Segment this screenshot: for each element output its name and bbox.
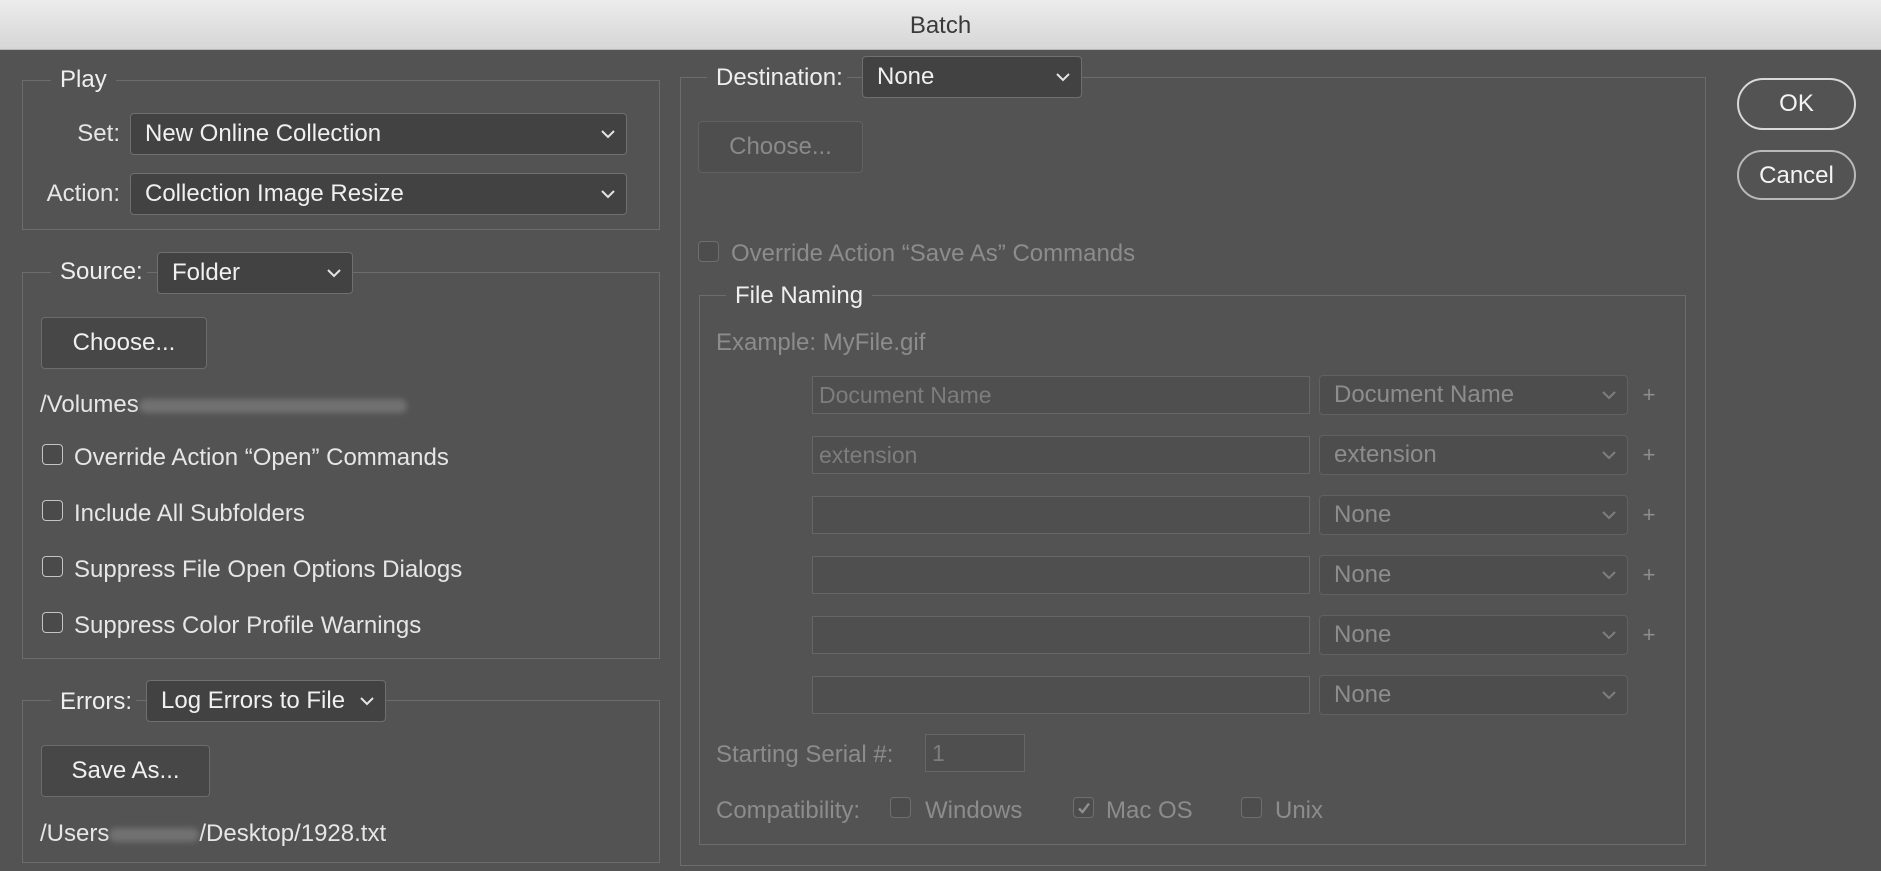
override-open-label: Override Action “Open” Commands: [74, 444, 449, 471]
source-select-value: Folder: [172, 259, 241, 286]
naming-select-6-value: None: [1334, 681, 1392, 708]
chevron-down-icon: [1600, 436, 1618, 474]
errors-legend: Errors:: [51, 688, 136, 716]
naming-select-5[interactable]: None: [1319, 615, 1628, 655]
override-open-checkbox[interactable]: [42, 444, 63, 465]
source-path-prefix: /Volumes: [40, 391, 139, 418]
source-select[interactable]: Folder: [157, 252, 353, 294]
compat-unix-label: Unix: [1275, 797, 1324, 824]
naming-select-1[interactable]: Document Name: [1319, 375, 1628, 415]
override-save-as-checkbox[interactable]: [698, 241, 719, 262]
compat-unix-checkbox[interactable]: [1241, 797, 1262, 818]
destination-select-value: None: [877, 63, 935, 90]
action-select[interactable]: Collection Image Resize: [130, 173, 627, 215]
action-select-value: Collection Image Resize: [145, 180, 404, 207]
errors-path-suffix: /Desktop/1928.txt: [199, 820, 387, 847]
chevron-down-icon: [1600, 376, 1618, 414]
set-select[interactable]: New Online Collection: [130, 113, 627, 155]
naming-select-2-value: extension: [1334, 441, 1437, 468]
compat-windows-label: Windows: [925, 797, 1023, 824]
cancel-button[interactable]: Cancel: [1737, 150, 1856, 200]
naming-select-3-value: None: [1334, 501, 1392, 528]
naming-field-2[interactable]: extension: [812, 436, 1310, 474]
naming-field-3[interactable]: [812, 496, 1310, 534]
naming-field-4[interactable]: [812, 556, 1310, 594]
action-label: Action:: [46, 180, 120, 207]
chevron-down-icon: [358, 681, 376, 721]
destination-label: Destination:: [716, 64, 843, 91]
naming-select-5-value: None: [1334, 621, 1392, 648]
starting-serial-label: Starting Serial #:: [716, 741, 894, 768]
destination-select[interactable]: None: [862, 56, 1082, 98]
suppress-color-warnings-checkbox[interactable]: [42, 612, 63, 633]
source-choose-button[interactable]: Choose...: [41, 317, 207, 369]
checkmark-icon: [1078, 802, 1090, 814]
source-legend: Source:: [51, 258, 147, 286]
window-titlebar: Batch: [0, 0, 1881, 50]
errors-select[interactable]: Log Errors to File: [146, 680, 386, 722]
set-label: Set:: [77, 120, 120, 147]
chevron-down-icon: [1600, 496, 1618, 534]
include-subfolders-checkbox[interactable]: [42, 500, 63, 521]
chevron-down-icon: [599, 174, 617, 214]
redacted-username-blur: [109, 827, 200, 842]
naming-select-3[interactable]: None: [1319, 495, 1628, 535]
suppress-open-dialogs-checkbox[interactable]: [42, 556, 63, 577]
add-naming-row-button[interactable]: +: [1641, 444, 1657, 466]
add-naming-row-button[interactable]: +: [1641, 504, 1657, 526]
compat-windows-checkbox[interactable]: [890, 797, 911, 818]
play-legend: Play: [51, 66, 116, 94]
source-label: Source:: [60, 258, 143, 285]
add-naming-row-button[interactable]: +: [1641, 384, 1657, 406]
chevron-down-icon: [599, 114, 617, 154]
starting-serial-field[interactable]: 1: [925, 734, 1025, 772]
naming-field-6[interactable]: [812, 676, 1310, 714]
source-path: /Volumes: [40, 391, 407, 419]
file-naming-example: Example: MyFile.gif: [716, 329, 926, 356]
include-subfolders-label: Include All Subfolders: [74, 500, 305, 527]
chevron-down-icon: [1054, 57, 1072, 97]
errors-path: /Users/Desktop/1928.txt: [40, 820, 386, 848]
compat-macos-checkbox[interactable]: [1073, 797, 1094, 818]
file-naming-legend: File Naming: [726, 282, 873, 310]
naming-select-1-value: Document Name: [1334, 381, 1515, 408]
suppress-open-dialogs-label: Suppress File Open Options Dialogs: [74, 556, 463, 583]
destination-legend: Destination:: [707, 64, 847, 92]
errors-label: Errors:: [60, 688, 132, 715]
add-naming-row-button[interactable]: +: [1641, 564, 1657, 586]
errors-save-as-button[interactable]: Save As...: [41, 745, 210, 797]
suppress-color-warnings-label: Suppress Color Profile Warnings: [74, 612, 422, 639]
chevron-down-icon: [1600, 616, 1618, 654]
destination-choose-button[interactable]: Choose...: [698, 121, 863, 173]
errors-select-value: Log Errors to File: [161, 687, 346, 714]
add-naming-row-button[interactable]: +: [1641, 624, 1657, 646]
naming-select-2[interactable]: extension: [1319, 435, 1628, 475]
compatibility-label: Compatibility:: [716, 797, 861, 824]
errors-path-prefix: /Users: [40, 820, 110, 847]
chevron-down-icon: [1600, 556, 1618, 594]
naming-select-6[interactable]: None: [1319, 675, 1628, 715]
compat-macos-label: Mac OS: [1106, 797, 1193, 824]
naming-select-4-value: None: [1334, 561, 1392, 588]
naming-field-1[interactable]: Document Name: [812, 376, 1310, 414]
window-title: Batch: [909, 12, 972, 39]
naming-select-4[interactable]: None: [1319, 555, 1628, 595]
naming-field-5[interactable]: [812, 616, 1310, 654]
redacted-path-blur: [138, 398, 407, 413]
chevron-down-icon: [325, 253, 343, 293]
set-select-value: New Online Collection: [145, 120, 382, 147]
chevron-down-icon: [1600, 676, 1618, 714]
override-save-as-label: Override Action “Save As” Commands: [731, 240, 1136, 267]
ok-button[interactable]: OK: [1737, 78, 1856, 130]
